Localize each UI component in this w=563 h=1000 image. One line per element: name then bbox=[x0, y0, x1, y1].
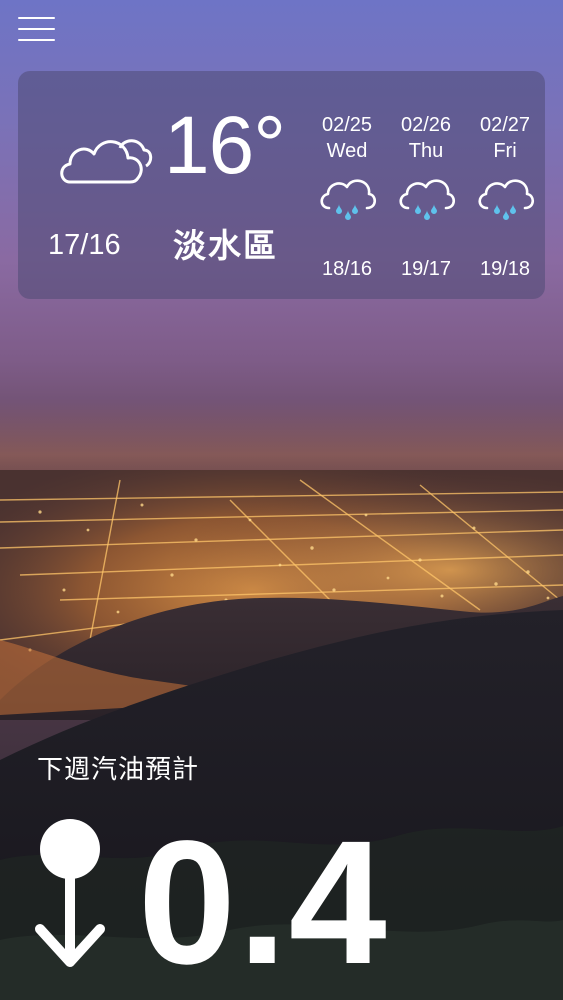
rain-cloud-icon bbox=[478, 179, 535, 220]
down-arrow-icon bbox=[35, 819, 105, 967]
forecast-weekday: Thu bbox=[408, 140, 444, 162]
weather-card[interactable]: 16° 17/16 淡水區 02/25 Wed 18/16 02/26 Thu bbox=[18, 71, 545, 299]
forecast-weekday: Fri bbox=[493, 140, 517, 162]
forecast-day: 02/27 Fri 19/18 bbox=[467, 115, 543, 285]
location-name: 淡水區 bbox=[173, 226, 278, 265]
rain-cloud-icon bbox=[399, 179, 456, 220]
forecast-date: 02/26 bbox=[400, 114, 452, 136]
forecast-temps: 19/18 bbox=[479, 258, 531, 280]
menu-line bbox=[18, 28, 55, 30]
forecast-temps: 18/16 bbox=[321, 258, 373, 280]
app-screen: 16° 17/16 淡水區 02/25 Wed 18/16 02/26 Thu bbox=[0, 0, 563, 1000]
forecast-date: 02/25 bbox=[321, 114, 373, 136]
rain-cloud-icon bbox=[320, 179, 377, 220]
gas-forecast-title: 下週汽油預計 bbox=[37, 755, 200, 785]
forecast-weekday: Wed bbox=[326, 140, 368, 162]
hamburger-menu-icon[interactable] bbox=[18, 16, 56, 44]
current-temperature: 16° bbox=[164, 100, 286, 191]
partly-cloudy-icon bbox=[60, 139, 153, 184]
menu-line bbox=[18, 17, 55, 19]
forecast-day: 02/25 Wed 18/16 bbox=[309, 115, 385, 285]
menu-line bbox=[18, 39, 55, 41]
forecast-temps: 19/17 bbox=[400, 258, 452, 280]
forecast-date: 02/27 bbox=[479, 114, 531, 136]
forecast-day: 02/26 Thu 19/17 bbox=[388, 115, 464, 285]
current-high-low: 17/16 bbox=[48, 229, 121, 261]
gas-price-change-value: 0.4 bbox=[138, 805, 389, 1000]
